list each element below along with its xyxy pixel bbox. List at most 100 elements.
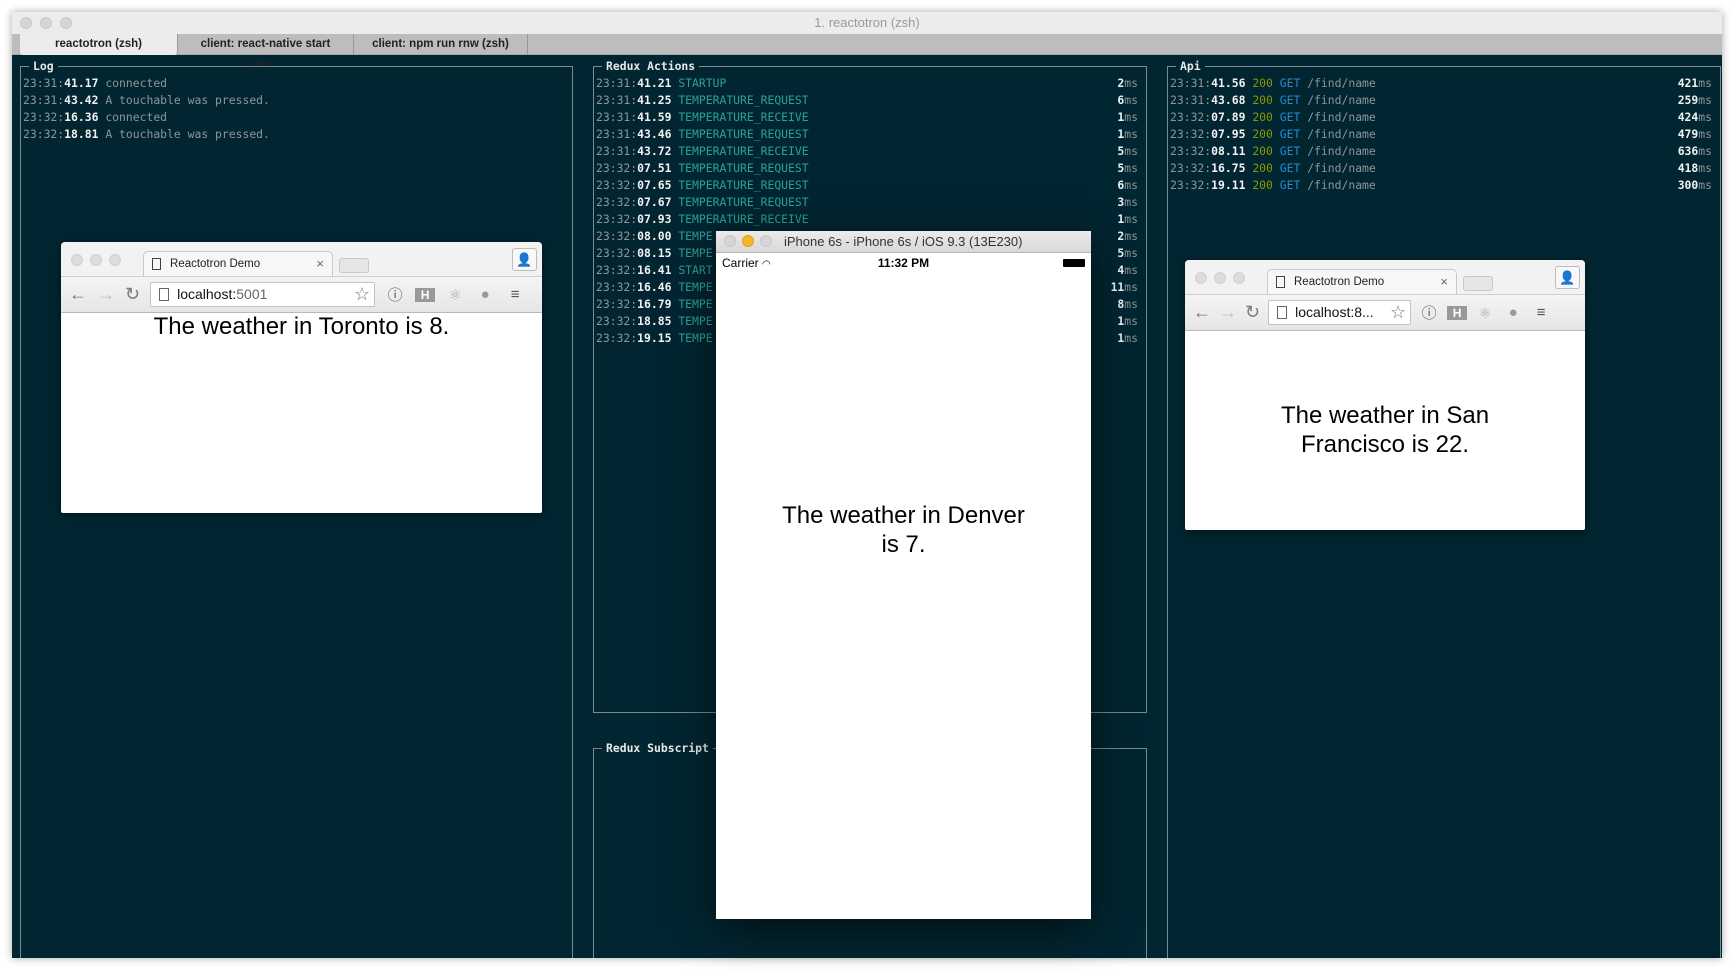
action-name: TEMPERATURE_REQUEST <box>678 178 809 192</box>
action-row[interactable]: 23:31:43.46 TEMPERATURE_REQUEST 1ms <box>596 126 1138 143</box>
page-icon <box>1277 306 1288 319</box>
tab-title: Reactotron Demo <box>170 258 261 270</box>
profile-icon[interactable]: 👤 <box>512 248 537 271</box>
tab-react-native-start[interactable]: client: react-native start (no... <box>178 34 354 70</box>
http-method: GET <box>1279 76 1301 90</box>
action-name: STARTUP <box>678 76 727 90</box>
minimize-button[interactable] <box>40 17 52 29</box>
battery-icon <box>1063 259 1085 267</box>
timestamp-seconds: 16.75 <box>1211 161 1246 175</box>
duration-unit: ms <box>1124 178 1138 192</box>
timestamp-seconds: 08.00 <box>637 229 672 243</box>
menu-icon[interactable]: ≡ <box>1531 304 1551 321</box>
address-bar[interactable]: localhost:5001 ☆ <box>150 282 376 307</box>
log-row: 23:31:41.17 connected <box>23 75 564 92</box>
duration-unit: ms <box>1124 76 1138 90</box>
browser-tab[interactable]: Reactotron Demo × <box>1267 269 1457 294</box>
react-devtools-icon[interactable]: ⚛ <box>1475 304 1495 322</box>
h-extension-icon[interactable]: H <box>1447 305 1468 320</box>
timestamp-seconds: 16.79 <box>637 297 672 311</box>
new-tab-button[interactable] <box>1463 276 1493 291</box>
action-row[interactable]: 23:32:07.65 TEMPERATURE_REQUEST 6ms <box>596 177 1138 194</box>
close-tab-icon[interactable]: × <box>316 252 324 276</box>
request-path: /find/name <box>1307 110 1376 124</box>
react-devtools-icon[interactable]: ⚛ <box>445 286 465 304</box>
api-row[interactable]: 23:31:41.56 200 GET /find/name 421ms <box>1170 75 1712 92</box>
log-row: 23:31:43.42 A touchable was pressed. <box>23 92 564 109</box>
action-name: TEMPE <box>678 246 713 260</box>
duration-value: 11 <box>1110 280 1125 294</box>
menu-icon[interactable]: ≡ <box>505 286 525 303</box>
log-row: 23:32:18.81 A touchable was pressed. <box>23 126 564 143</box>
bookmark-star-icon[interactable]: ☆ <box>1390 301 1406 324</box>
new-tab-button[interactable] <box>339 258 369 273</box>
duration-unit: ms <box>1124 212 1138 226</box>
minimize-button[interactable] <box>742 235 754 247</box>
action-row[interactable]: 23:31:43.72 TEMPERATURE_RECEIVE 5ms <box>596 143 1138 160</box>
api-row[interactable]: 23:32:07.95 200 GET /find/name 479ms <box>1170 126 1712 143</box>
password-extension-icon[interactable]: ⓘ <box>1419 302 1439 323</box>
api-row[interactable]: 23:32:08.11 200 GET /find/name 636ms <box>1170 143 1712 160</box>
duration-unit: ms <box>1124 93 1138 107</box>
close-button[interactable] <box>20 17 32 29</box>
timestamp-prefix: 23:32: <box>596 297 638 311</box>
action-name: TEMPERATURE_REQUEST <box>678 93 809 107</box>
back-icon[interactable]: ← <box>1193 302 1211 323</box>
panel-title: Log <box>29 58 58 74</box>
tab-reactotron[interactable]: reactotron (zsh) <box>20 34 178 55</box>
bookmark-star-icon[interactable]: ☆ <box>354 283 370 306</box>
panel-title: Redux Subscript <box>602 740 713 756</box>
browser-window-san-francisco: Reactotron Demo × 👤 ← → ↻ localhost:8... ☆ ⓘ… <box>1185 260 1585 530</box>
timestamp-seconds: 07.65 <box>637 178 672 192</box>
browser-tab[interactable]: Reactotron Demo × <box>143 251 333 276</box>
timestamp-prefix: 23:32: <box>596 178 638 192</box>
minimize-button[interactable] <box>90 254 102 266</box>
request-path: /find/name <box>1307 76 1376 90</box>
extension-dot-icon[interactable]: ● <box>475 286 495 303</box>
reload-icon[interactable]: ↻ <box>1245 302 1260 323</box>
api-row[interactable]: 23:32:19.11 200 GET /find/name 300ms <box>1170 177 1712 194</box>
close-button[interactable] <box>724 235 736 247</box>
action-row[interactable]: 23:31:41.25 TEMPERATURE_REQUEST 6ms <box>596 92 1138 109</box>
close-tab-icon[interactable]: × <box>1440 270 1448 294</box>
duration-unit: ms <box>1698 178 1712 192</box>
api-row[interactable]: 23:31:43.68 200 GET /find/name 259ms <box>1170 92 1712 109</box>
timestamp-prefix: 23:32: <box>596 331 638 345</box>
tab-npm-run-rnw[interactable]: client: npm run rnw (zsh) <box>354 34 528 55</box>
address-bar[interactable]: localhost:8... ☆ <box>1268 300 1412 325</box>
timestamp-prefix: 23:31: <box>596 93 638 107</box>
log-message: A touchable was pressed. <box>105 93 270 107</box>
request-path: /find/name <box>1307 161 1376 175</box>
panel-title: Redux Actions <box>602 58 700 74</box>
zoom-button[interactable] <box>60 17 72 29</box>
api-row[interactable]: 23:32:07.89 200 GET /find/name 424ms <box>1170 109 1712 126</box>
back-icon[interactable]: ← <box>69 284 87 305</box>
close-button[interactable] <box>71 254 83 266</box>
action-row[interactable]: 23:32:07.51 TEMPERATURE_REQUEST 5ms <box>596 160 1138 177</box>
zoom-button[interactable] <box>760 235 772 247</box>
action-row[interactable]: 23:32:07.67 TEMPERATURE_REQUEST 3ms <box>596 194 1138 211</box>
h-extension-icon[interactable]: H <box>415 287 436 302</box>
timestamp-seconds: 41.21 <box>637 76 672 90</box>
duration-unit: ms <box>1124 280 1138 294</box>
forward-icon[interactable]: → <box>1219 302 1237 323</box>
reload-icon[interactable]: ↻ <box>125 284 140 305</box>
duration-value: 259 <box>1677 93 1699 107</box>
forward-icon[interactable]: → <box>97 284 115 305</box>
duration-value: 418 <box>1677 161 1699 175</box>
profile-icon[interactable]: 👤 <box>1555 266 1580 289</box>
action-row[interactable]: 23:31:41.59 TEMPERATURE_RECEIVE 1ms <box>596 109 1138 126</box>
zoom-button[interactable] <box>1233 272 1245 284</box>
extension-dot-icon[interactable]: ● <box>1503 304 1523 321</box>
api-row[interactable]: 23:32:16.75 200 GET /find/name 418ms <box>1170 160 1712 177</box>
timestamp-prefix: 23:31: <box>1170 76 1212 90</box>
minimize-button[interactable] <box>1214 272 1226 284</box>
password-extension-icon[interactable]: ⓘ <box>385 284 405 305</box>
status-bar: Carrier ◠ 11:32 PM <box>716 253 1091 273</box>
zoom-button[interactable] <box>109 254 121 266</box>
close-button[interactable] <box>1195 272 1207 284</box>
url-port: 5001 <box>236 286 268 302</box>
action-row[interactable]: 23:31:41.21 STARTUP 2ms <box>596 75 1138 92</box>
title-bar: 1. reactotron (zsh) <box>12 12 1722 34</box>
action-row[interactable]: 23:32:07.93 TEMPERATURE_RECEIVE 1ms <box>596 211 1138 228</box>
